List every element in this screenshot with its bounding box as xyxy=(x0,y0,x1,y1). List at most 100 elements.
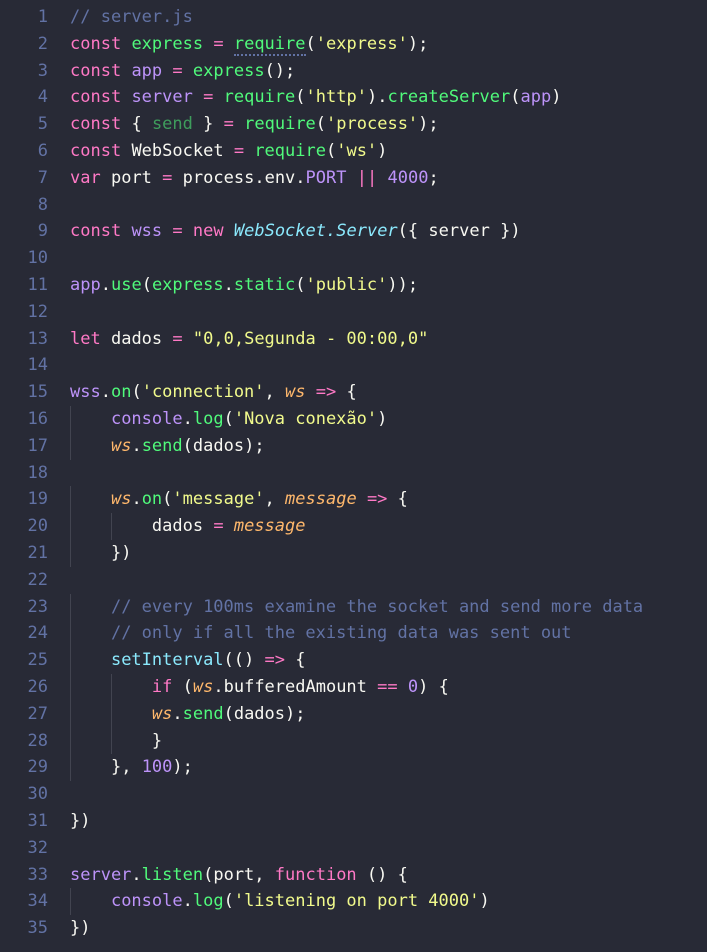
code-line[interactable]: 24 // only if all the existing data was … xyxy=(0,620,707,648)
code-token: } xyxy=(151,730,163,751)
code-line[interactable]: 17 ws.send(dados); xyxy=(0,432,707,460)
code-line[interactable]: 15 wss.on('connection', ws => { xyxy=(0,379,707,406)
code-line[interactable]: 9 const wss = new WebSocket.Server({ serv… xyxy=(0,218,707,245)
code-line[interactable]: 10 xyxy=(0,245,707,272)
indent-guide xyxy=(70,432,71,460)
code-line-content[interactable]: server.listen(port, function () { xyxy=(48,862,707,889)
code-token: 'ws' xyxy=(336,140,378,161)
code-token: setInterval xyxy=(110,650,224,671)
code-token: ; xyxy=(428,167,439,188)
code-line[interactable]: 34 console.log('listening on port 4000') xyxy=(0,888,707,916)
line-number: 19 xyxy=(27,489,48,510)
code-token: // only if all the existing data was sen… xyxy=(110,623,572,644)
code-line[interactable]: 25 setInterval(() => { xyxy=(0,647,707,674)
indent-guide xyxy=(70,700,71,728)
code-line[interactable]: 3 const app = express(); xyxy=(0,58,707,85)
code-line-content[interactable]: ws.on('message', message => { xyxy=(48,486,707,514)
code-token: app xyxy=(520,87,552,108)
line-number: 1 xyxy=(37,7,48,27)
code-token: createServer xyxy=(387,87,511,108)
code-line[interactable]: 7 var port = process.env.PORT || 4000; xyxy=(0,165,707,192)
code-line-content[interactable]: // server.js xyxy=(48,4,707,31)
code-line[interactable]: 26 if (ws.bufferedAmount == 0) { xyxy=(0,673,707,701)
code-line-content[interactable]: const wss = new WebSocket.Server({ serve… xyxy=(48,218,707,245)
code-line[interactable]: 22 xyxy=(0,567,707,594)
code-line[interactable]: 33 server.listen(port, function () { xyxy=(0,862,707,889)
code-line[interactable]: 20 dados = message xyxy=(0,513,707,540)
code-line[interactable]: 31}) xyxy=(0,808,707,835)
code-line-content[interactable]: console.log('Nova conexão') xyxy=(48,405,707,433)
code-line[interactable]: 1 // server.js xyxy=(0,4,707,31)
line-number: 34 xyxy=(27,891,48,912)
code-line[interactable]: 18 xyxy=(0,460,707,487)
code-line-content[interactable]: ws.send(dados); xyxy=(48,700,707,728)
code-line[interactable]: 13 let dados = "0,0,Segunda - 00:00,0" xyxy=(0,326,707,353)
code-line-content[interactable]: const express = require('express'); xyxy=(48,31,707,58)
code-token: ws xyxy=(110,489,132,510)
code-line[interactable]: 29 }, 100); xyxy=(0,754,707,782)
code-line[interactable]: 30 xyxy=(0,781,707,808)
code-token: port xyxy=(213,864,255,885)
code-token: || xyxy=(356,167,378,188)
code-line[interactable]: 27 ws.send(dados); xyxy=(0,700,707,728)
line-number: 20 xyxy=(27,516,48,537)
code-line-content[interactable]: }, 100); xyxy=(48,754,707,782)
code-token: ; xyxy=(295,703,306,724)
code-token: WebSocket xyxy=(233,221,326,242)
code-line-content[interactable]: }) xyxy=(48,539,707,567)
code-line[interactable]: 12 xyxy=(0,299,707,326)
code-line-content[interactable]: const app = express(); xyxy=(48,58,707,85)
code-line-content[interactable]: ws.send(dados); xyxy=(48,432,707,460)
code-line[interactable]: 19 ws.on('message', message => { xyxy=(0,486,707,514)
code-line[interactable]: 5 const { send } = require('process'); xyxy=(0,111,707,138)
code-line-content[interactable]: dados = message xyxy=(48,513,707,540)
indent-guide xyxy=(70,405,71,433)
code-token: env xyxy=(264,167,296,188)
code-line-content[interactable]: var port = process.env.PORT || 4000; xyxy=(48,165,707,192)
code-line[interactable]: 14 xyxy=(0,352,707,379)
code-line-content[interactable]: const server = require('http').createSer… xyxy=(48,84,707,111)
code-token: 100 xyxy=(141,757,173,778)
line-number: 8 xyxy=(37,194,48,215)
code-line[interactable]: 32 xyxy=(0,835,707,862)
code-token: }) xyxy=(70,810,91,831)
code-token: => xyxy=(315,382,337,403)
code-line-content[interactable]: wss.on('connection', ws => { xyxy=(48,379,707,406)
code-line[interactable]: 35}) xyxy=(0,915,707,942)
code-line-content[interactable]: setInterval(() => { xyxy=(48,647,707,674)
code-line[interactable]: 11 app.use(express.static('public')); xyxy=(0,272,707,299)
code-token: () xyxy=(366,864,388,885)
code-line-content[interactable]: } xyxy=(48,727,707,755)
code-line-content[interactable]: // every 100ms examine the socket and se… xyxy=(48,593,707,621)
code-line-content[interactable]: const WebSocket = require('ws') xyxy=(48,138,707,165)
code-line-content[interactable]: console.log('listening on port 4000') xyxy=(48,888,707,916)
code-line-content[interactable]: }) xyxy=(48,915,707,942)
code-line[interactable]: 6 const WebSocket = require('ws') xyxy=(0,138,707,165)
code-line-content[interactable]: if (ws.bufferedAmount == 0) { xyxy=(48,673,707,701)
code-line-content[interactable]: // only if all the existing data was sen… xyxy=(48,620,707,648)
code-line[interactable]: 23 // every 100ms examine the socket and… xyxy=(0,593,707,621)
code-token: ) xyxy=(407,33,419,54)
code-line[interactable]: 2 const express = require('express'); xyxy=(0,31,707,58)
code-editor[interactable]: 1// server.js 2 const express = require('e… xyxy=(0,0,707,952)
code-line[interactable]: 4 const server = require('http').createSe… xyxy=(0,84,707,111)
line-number: 13 xyxy=(27,328,48,349)
code-line[interactable]: 28 } xyxy=(0,727,707,755)
code-token: const xyxy=(70,60,122,81)
code-line[interactable]: 16 console.log('Nova conexão') xyxy=(0,405,707,433)
code-line[interactable]: 8 xyxy=(0,192,707,219)
code-line-content[interactable]: }) xyxy=(48,808,707,835)
code-line[interactable]: 21 }) xyxy=(0,539,707,567)
code-line-content[interactable]: let dados = "0,0,Segunda - 00:00,0" xyxy=(48,326,707,353)
code-token: dados xyxy=(192,435,245,456)
code-line-content[interactable]: app.use(express.static('public')); xyxy=(48,272,707,299)
code-line-content[interactable]: const { send } = require('process'); xyxy=(48,111,707,138)
